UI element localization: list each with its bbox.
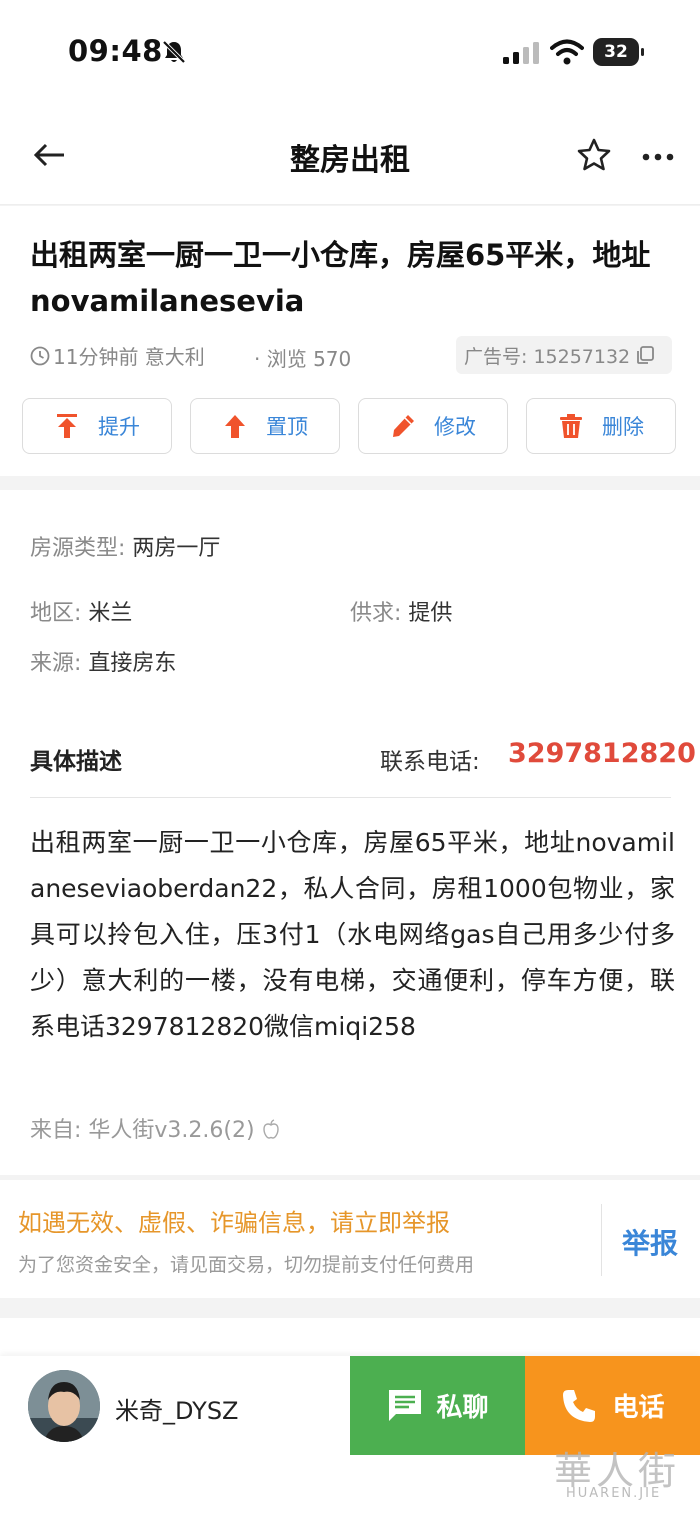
description-body: 出租两室一厨一卫一小仓库，房屋65平米，地址novamilaneseviaobe… (30, 828, 675, 1041)
watermark-en: HUAREN.JIE (566, 1486, 662, 1501)
delete-label: 删除 (602, 415, 644, 439)
pin-top-icon (225, 415, 245, 438)
phone-icon (563, 1389, 596, 1422)
detail-source-value: 直接房东 (88, 651, 177, 676)
boost-label: 提升 (98, 415, 140, 439)
pin-top-button[interactable]: 置顶 (190, 398, 340, 454)
detail-type-label: 房源类型: (30, 536, 126, 561)
copy-icon[interactable] (635, 345, 655, 365)
ad-number-box[interactable]: 广告号: 15257132 (456, 336, 672, 374)
trash-icon (560, 414, 582, 438)
detail-region-label: 地区: (30, 601, 82, 626)
boost-button[interactable]: 提升 (22, 398, 172, 454)
call-label: 电话 (612, 1393, 665, 1423)
pin-top-label: 置顶 (266, 415, 308, 439)
detail-region-value: 米兰 (88, 601, 133, 626)
edit-button[interactable]: 修改 (358, 398, 508, 454)
ad-number: 广告号: 15257132 (464, 345, 631, 368)
post-actions: 提升 置顶 修改 删除 (22, 398, 678, 454)
detail-source-label: 来源: (30, 651, 82, 676)
edit-label: 修改 (434, 415, 476, 439)
battery-indicator: 32 (593, 38, 644, 66)
boost-icon (57, 414, 77, 438)
contact-phone-number[interactable]: 3297812820 (508, 738, 696, 769)
edit-icon (393, 415, 414, 437)
detail-source: 来源: 直接房东 (30, 645, 176, 677)
more-options-icon[interactable] (640, 139, 676, 175)
favorite-star-icon[interactable] (576, 137, 612, 173)
cell-signal-icon (503, 42, 539, 64)
watermark-logo: 華人街 HUAREN.JIE (548, 1440, 698, 1510)
post-time-text: 11分钟前 意大利 (53, 345, 205, 369)
safety-tip: 为了您资金安全，请见面交易，切勿提前支付任何费用 (18, 1254, 475, 1276)
posted-from: 来自: 华人街v3.2.6(2) (30, 1112, 280, 1144)
clock-icon (30, 346, 50, 365)
status-time: 09:48 (68, 34, 163, 68)
delete-button[interactable]: 删除 (526, 398, 676, 454)
detail-supply-label: 供求: (350, 601, 402, 626)
report-card: 如遇无效、虚假、诈骗信息，请立即举报 为了您资金安全，请见面交易，切勿提前支付任… (0, 1180, 700, 1298)
contact-phone-label: 联系电话: (380, 749, 480, 775)
listing-details-card: 房源类型: 两房一厅 地区: 米兰 供求: 提供 来源: 直接房东 具体描述 联… (0, 490, 700, 1175)
report-button[interactable]: 举报 (622, 1222, 678, 1262)
divider (30, 797, 671, 798)
chat-label: 私聊 (436, 1393, 489, 1423)
divider (601, 1204, 602, 1276)
avatar[interactable] (28, 1370, 100, 1442)
chat-icon (389, 1389, 422, 1421)
battery-level: 32 (604, 42, 628, 62)
detail-type: 房源类型: 两房一厅 (30, 530, 220, 562)
posted-from-text: 来自: 华人街v3.2.6(2) (30, 1118, 255, 1143)
post-views: · 浏览 570 (254, 347, 352, 371)
detail-supply: 供求: 提供 (350, 595, 452, 627)
post-header-card: 出租两室一厨一卫一小仓库，房屋65平米，地址novamilanesevia 11… (0, 206, 700, 476)
wifi-icon (550, 39, 584, 65)
bell-muted-icon (162, 40, 186, 64)
detail-supply-value: 提供 (408, 601, 453, 626)
nav-bar: 整房出租 (0, 105, 700, 205)
post-title: 出租两室一厨一卫一小仓库，房屋65平米，地址novamilanesevia (30, 238, 651, 318)
detail-type-value: 两房一厅 (132, 536, 221, 561)
post-time-location: 11分钟前 意大利 (30, 341, 205, 370)
description-heading: 具体描述 (30, 749, 122, 775)
user-name[interactable]: 米奇_DYSZ (115, 1391, 239, 1426)
report-warning: 如遇无效、虚假、诈骗信息，请立即举报 (18, 1209, 450, 1237)
detail-region: 地区: 米兰 (30, 595, 132, 627)
status-bar: 09:48 32 (0, 0, 700, 105)
private-chat-button[interactable]: 私聊 (350, 1356, 525, 1455)
apple-icon (262, 1119, 279, 1139)
